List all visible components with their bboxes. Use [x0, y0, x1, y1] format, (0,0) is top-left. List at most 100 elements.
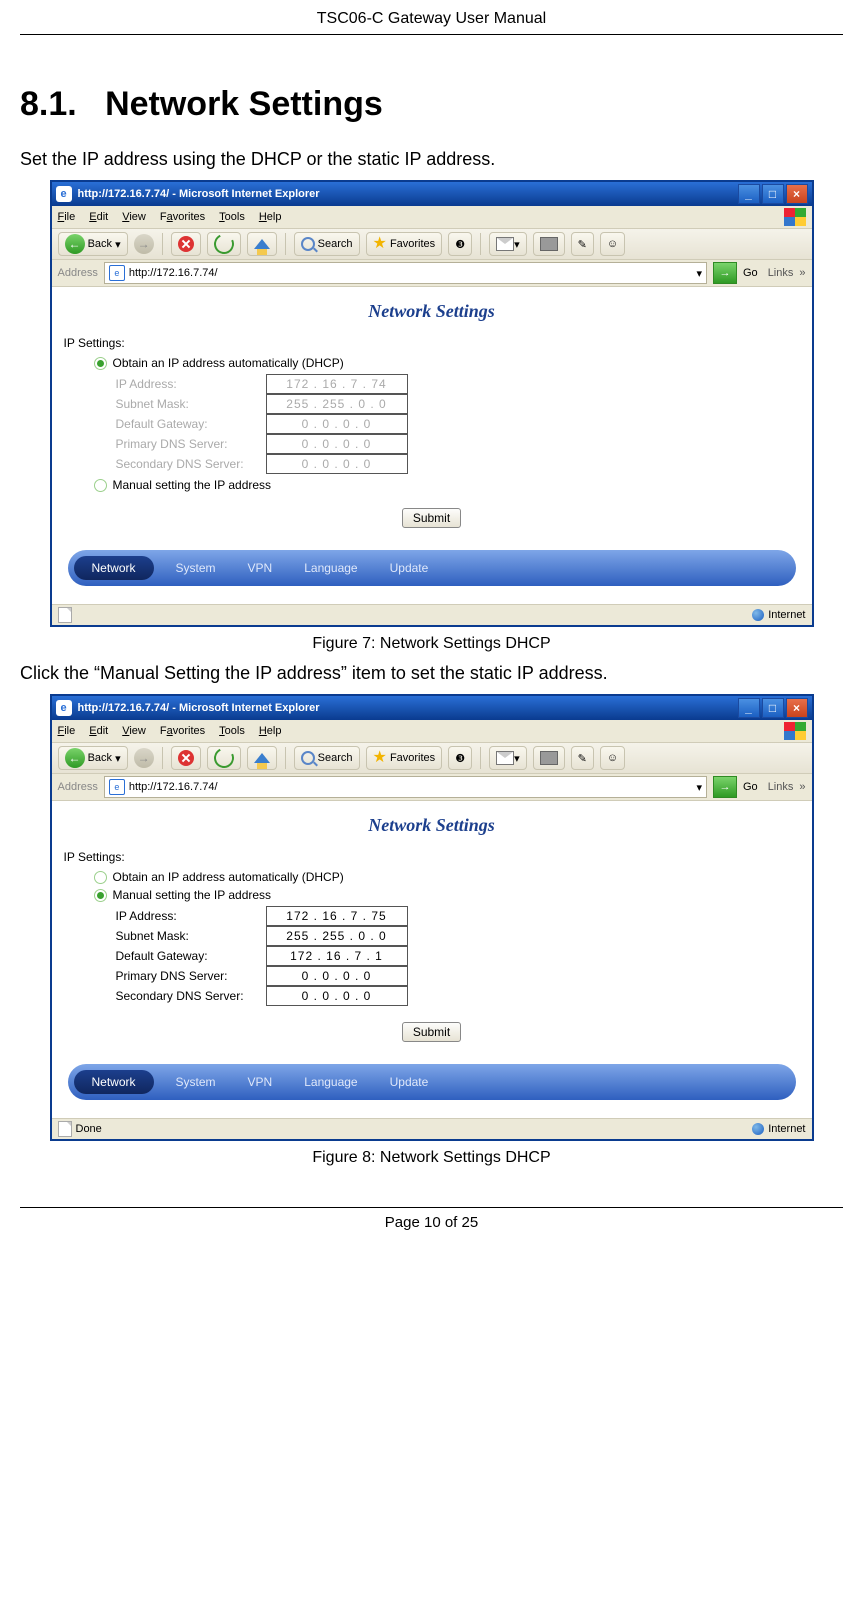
nav-language[interactable]: Language	[294, 561, 367, 575]
radio-dhcp[interactable]: Obtain an IP address automatically (DHCP…	[94, 870, 800, 884]
window-title: http://172.16.7.74/ - Microsoft Internet…	[78, 188, 320, 200]
mail-icon	[496, 751, 514, 765]
minimize-button[interactable]: _	[738, 698, 760, 718]
stop-button[interactable]	[171, 232, 201, 256]
close-button[interactable]: ×	[786, 184, 808, 204]
menu-view[interactable]: View	[122, 211, 146, 223]
nav-network[interactable]: Network	[74, 556, 154, 580]
nav-vpn[interactable]: VPN	[238, 1075, 283, 1089]
input-dns2[interactable]: 0 . 0 . 0 . 0	[266, 454, 408, 474]
statusbar: Done Internet	[52, 1118, 812, 1139]
nav-system[interactable]: System	[166, 561, 226, 575]
menu-favorites[interactable]: Favorites	[160, 211, 205, 223]
favorites-button[interactable]: ★ Favorites	[366, 232, 443, 256]
input-mask[interactable]: 255 . 255 . 0 . 0	[266, 926, 408, 946]
links-label[interactable]: Links	[768, 267, 794, 279]
media-button[interactable]: ❸	[448, 232, 472, 256]
forward-button[interactable]: →	[134, 234, 154, 254]
input-gw[interactable]: 0 . 0 . 0 . 0	[266, 414, 408, 434]
close-button[interactable]: ×	[786, 698, 808, 718]
print-button[interactable]	[533, 746, 565, 770]
messenger-button[interactable]: ☺	[600, 232, 625, 256]
input-gw[interactable]: 172 . 16 . 7 . 1	[266, 946, 408, 966]
toolbar-separator	[162, 747, 163, 769]
stop-icon	[178, 236, 194, 252]
input-mask[interactable]: 255 . 255 . 0 . 0	[266, 394, 408, 414]
figure-1-window: e http://172.16.7.74/ - Microsoft Intern…	[50, 180, 814, 627]
back-label: Back	[88, 238, 112, 250]
refresh-button[interactable]	[207, 746, 241, 770]
menu-help[interactable]: Help	[259, 211, 282, 223]
edit-button[interactable]: ✎	[571, 232, 594, 256]
links-expand-icon[interactable]: »	[799, 781, 805, 793]
refresh-button[interactable]	[207, 232, 241, 256]
toolbar-separator	[162, 233, 163, 255]
page-icon	[58, 607, 72, 623]
input-dns2[interactable]: 0 . 0 . 0 . 0	[266, 986, 408, 1006]
links-label[interactable]: Links	[768, 781, 794, 793]
radio-icon	[94, 871, 107, 884]
home-button[interactable]	[247, 746, 277, 770]
input-ip[interactable]: 172 . 16 . 7 . 75	[266, 906, 408, 926]
forward-button[interactable]: →	[134, 748, 154, 768]
nav-update[interactable]: Update	[380, 1075, 439, 1089]
menu-file[interactable]: File	[58, 725, 76, 737]
ie-icon: e	[56, 186, 72, 202]
search-button[interactable]: Search	[294, 746, 360, 770]
menu-tools[interactable]: Tools	[219, 725, 245, 737]
menu-edit[interactable]: Edit	[89, 211, 108, 223]
menu-help[interactable]: Help	[259, 725, 282, 737]
window-title: http://172.16.7.74/ - Microsoft Internet…	[78, 702, 320, 714]
messenger-button[interactable]: ☺	[600, 746, 625, 770]
submit-button[interactable]: Submit	[402, 508, 461, 528]
radio-manual[interactable]: Manual setting the IP address	[94, 478, 800, 492]
print-button[interactable]	[533, 232, 565, 256]
nav-language[interactable]: Language	[294, 1075, 367, 1089]
menu-tools[interactable]: Tools	[219, 211, 245, 223]
stop-button[interactable]	[171, 746, 201, 770]
input-dns1[interactable]: 0 . 0 . 0 . 0	[266, 434, 408, 454]
radio-manual[interactable]: Manual setting the IP address	[94, 888, 800, 902]
address-input[interactable]: e http://172.16.7.74/ ▾	[104, 776, 707, 798]
nav-network[interactable]: Network	[74, 1070, 154, 1094]
links-expand-icon[interactable]: »	[799, 267, 805, 279]
mail-button[interactable]: ▾	[489, 232, 527, 256]
label-ip: IP Address:	[116, 909, 266, 923]
nav-vpn[interactable]: VPN	[238, 561, 283, 575]
address-label: Address	[58, 267, 98, 279]
address-input[interactable]: e http://172.16.7.74/ ▾	[104, 262, 707, 284]
menu-file[interactable]: File	[58, 211, 76, 223]
intro-text-1: Set the IP address using the DHCP or the…	[20, 149, 843, 170]
favorites-button[interactable]: ★ Favorites	[366, 746, 443, 770]
minimize-button[interactable]: _	[738, 184, 760, 204]
nav-system[interactable]: System	[166, 1075, 226, 1089]
star-icon: ★	[373, 750, 387, 766]
search-icon	[301, 237, 315, 251]
input-ip[interactable]: 172 . 16 . 7 . 74	[266, 374, 408, 394]
globe-icon	[752, 609, 764, 621]
go-button[interactable]: →	[713, 776, 737, 798]
edit-button[interactable]: ✎	[571, 746, 594, 770]
back-icon: ←	[65, 748, 85, 768]
menu-view[interactable]: View	[122, 725, 146, 737]
maximize-button[interactable]: □	[762, 184, 784, 204]
input-dns1[interactable]: 0 . 0 . 0 . 0	[266, 966, 408, 986]
submit-button[interactable]: Submit	[402, 1022, 461, 1042]
address-dropdown-icon[interactable]: ▾	[696, 781, 702, 794]
page-title: Network Settings	[64, 301, 800, 322]
go-button[interactable]: →	[713, 262, 737, 284]
back-button[interactable]: ← Back ▾	[58, 232, 128, 256]
maximize-button[interactable]: □	[762, 698, 784, 718]
status-zone: Internet	[768, 1123, 805, 1135]
back-button[interactable]: ← Back ▾	[58, 746, 128, 770]
mail-button[interactable]: ▾	[489, 746, 527, 770]
nav-update[interactable]: Update	[380, 561, 439, 575]
home-icon	[254, 239, 270, 249]
radio-dhcp[interactable]: Obtain an IP address automatically (DHCP…	[94, 356, 800, 370]
address-dropdown-icon[interactable]: ▾	[696, 267, 702, 280]
media-button[interactable]: ❸	[448, 746, 472, 770]
search-button[interactable]: Search	[294, 232, 360, 256]
menu-favorites[interactable]: Favorites	[160, 725, 205, 737]
menu-edit[interactable]: Edit	[89, 725, 108, 737]
home-button[interactable]	[247, 232, 277, 256]
